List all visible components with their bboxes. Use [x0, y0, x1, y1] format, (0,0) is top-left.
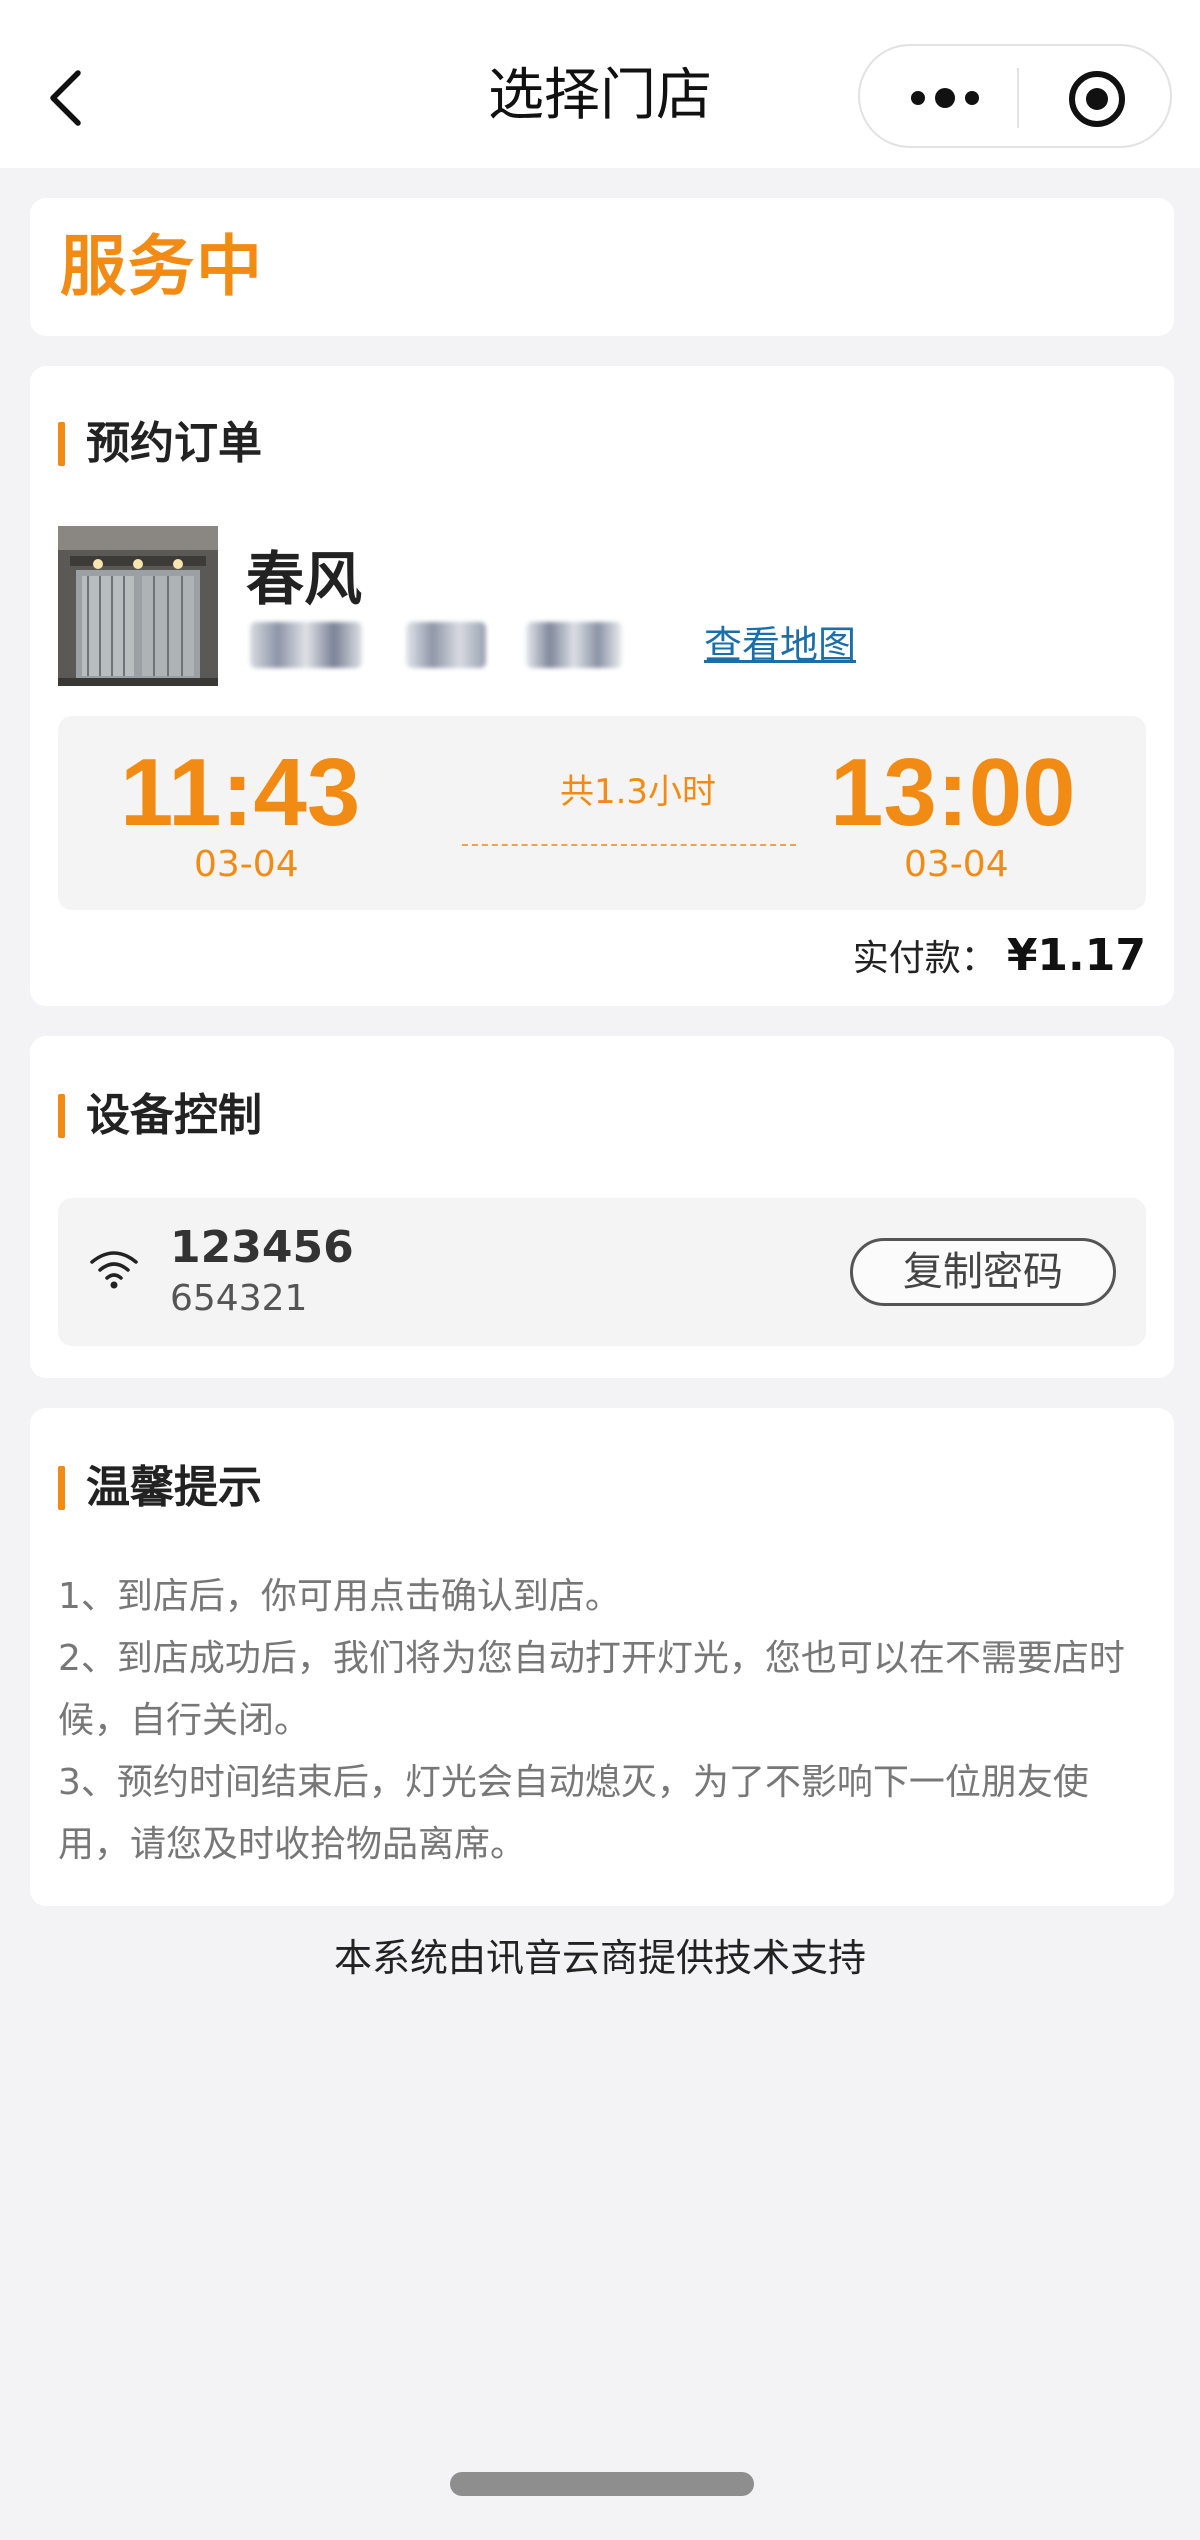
start-time: 11:43 [120, 739, 361, 846]
more-button[interactable] [900, 80, 990, 116]
footer-credit: 本系统由讯音云商提供技术支持 [333, 1936, 866, 1980]
tip-item: 1、到店后，你可用点击确认到店。 [58, 1576, 621, 1617]
target-icon[interactable] [1068, 70, 1126, 128]
tip-item: 3、预约时间结束后，灯光会自动熄灭，为了不影响下一位朋友使用，请您及时收拾物品离… [58, 1762, 1089, 1865]
nav-bar: 选择门店 [0, 0, 1200, 168]
wifi-ssid: 123456 [170, 1222, 354, 1273]
wifi-icon [90, 1251, 138, 1289]
tips-card: 温馨提示 1、到店后，你可用点击确认到店。 2、到店成功后，我们将为您自动打开灯… [30, 1408, 1174, 1906]
blurred-address [526, 622, 622, 668]
start-date: 03-04 [194, 844, 299, 885]
device-control-card: 设备控制 123456 654321 复制密码 [30, 1036, 1174, 1378]
wifi-password: 654321 [170, 1278, 308, 1319]
paid-amount-row: 实付款： ¥1.17 [853, 928, 1146, 987]
wifi-panel: 123456 654321 复制密码 [58, 1198, 1146, 1346]
ellipsis-dot [935, 88, 955, 108]
store-photo[interactable] [58, 526, 218, 686]
duration-line [462, 844, 796, 846]
device-section-title: 设备控制 [86, 1090, 262, 1141]
service-status: 服务中 [60, 228, 264, 305]
tips-list: 1、到店后，你可用点击确认到店。 2、到店成功后，我们将为您自动打开灯光，您也可… [58, 1566, 1148, 1876]
time-range: 11:43 03-04 共1.3小时 13:00 03-04 [58, 716, 1146, 910]
blurred-address [406, 622, 486, 668]
home-indicator[interactable] [450, 2472, 754, 2496]
ellipsis-icon [911, 91, 925, 105]
tip-item: 2、到店成功后，我们将为您自动打开灯光，您也可以在不需要店时候，自行关闭。 [58, 1638, 1125, 1741]
end-time: 13:00 [830, 739, 1076, 846]
blurred-address [250, 622, 362, 668]
status-card: 服务中 [30, 198, 1174, 336]
storefront-image [58, 526, 218, 686]
end-date: 03-04 [904, 844, 1009, 885]
order-section-title: 预约订单 [86, 418, 262, 469]
duration-label: 共1.3小时 [559, 772, 717, 812]
paid-amount: ¥1.17 [1006, 930, 1146, 981]
capsule-divider [1017, 68, 1019, 128]
tips-section-title: 温馨提示 [86, 1462, 262, 1513]
store-name: 春风 [246, 545, 363, 613]
order-card: 预约订单 春风 查看地图 11:43 03-04 共1.3小时 13:00 03… [30, 366, 1174, 1006]
ellipsis-dot [965, 91, 979, 105]
view-map-link[interactable]: 查看地图 [704, 618, 856, 672]
paid-label: 实付款： [852, 938, 997, 979]
mini-program-capsule [858, 44, 1172, 148]
copy-password-button[interactable]: 复制密码 [850, 1238, 1116, 1306]
